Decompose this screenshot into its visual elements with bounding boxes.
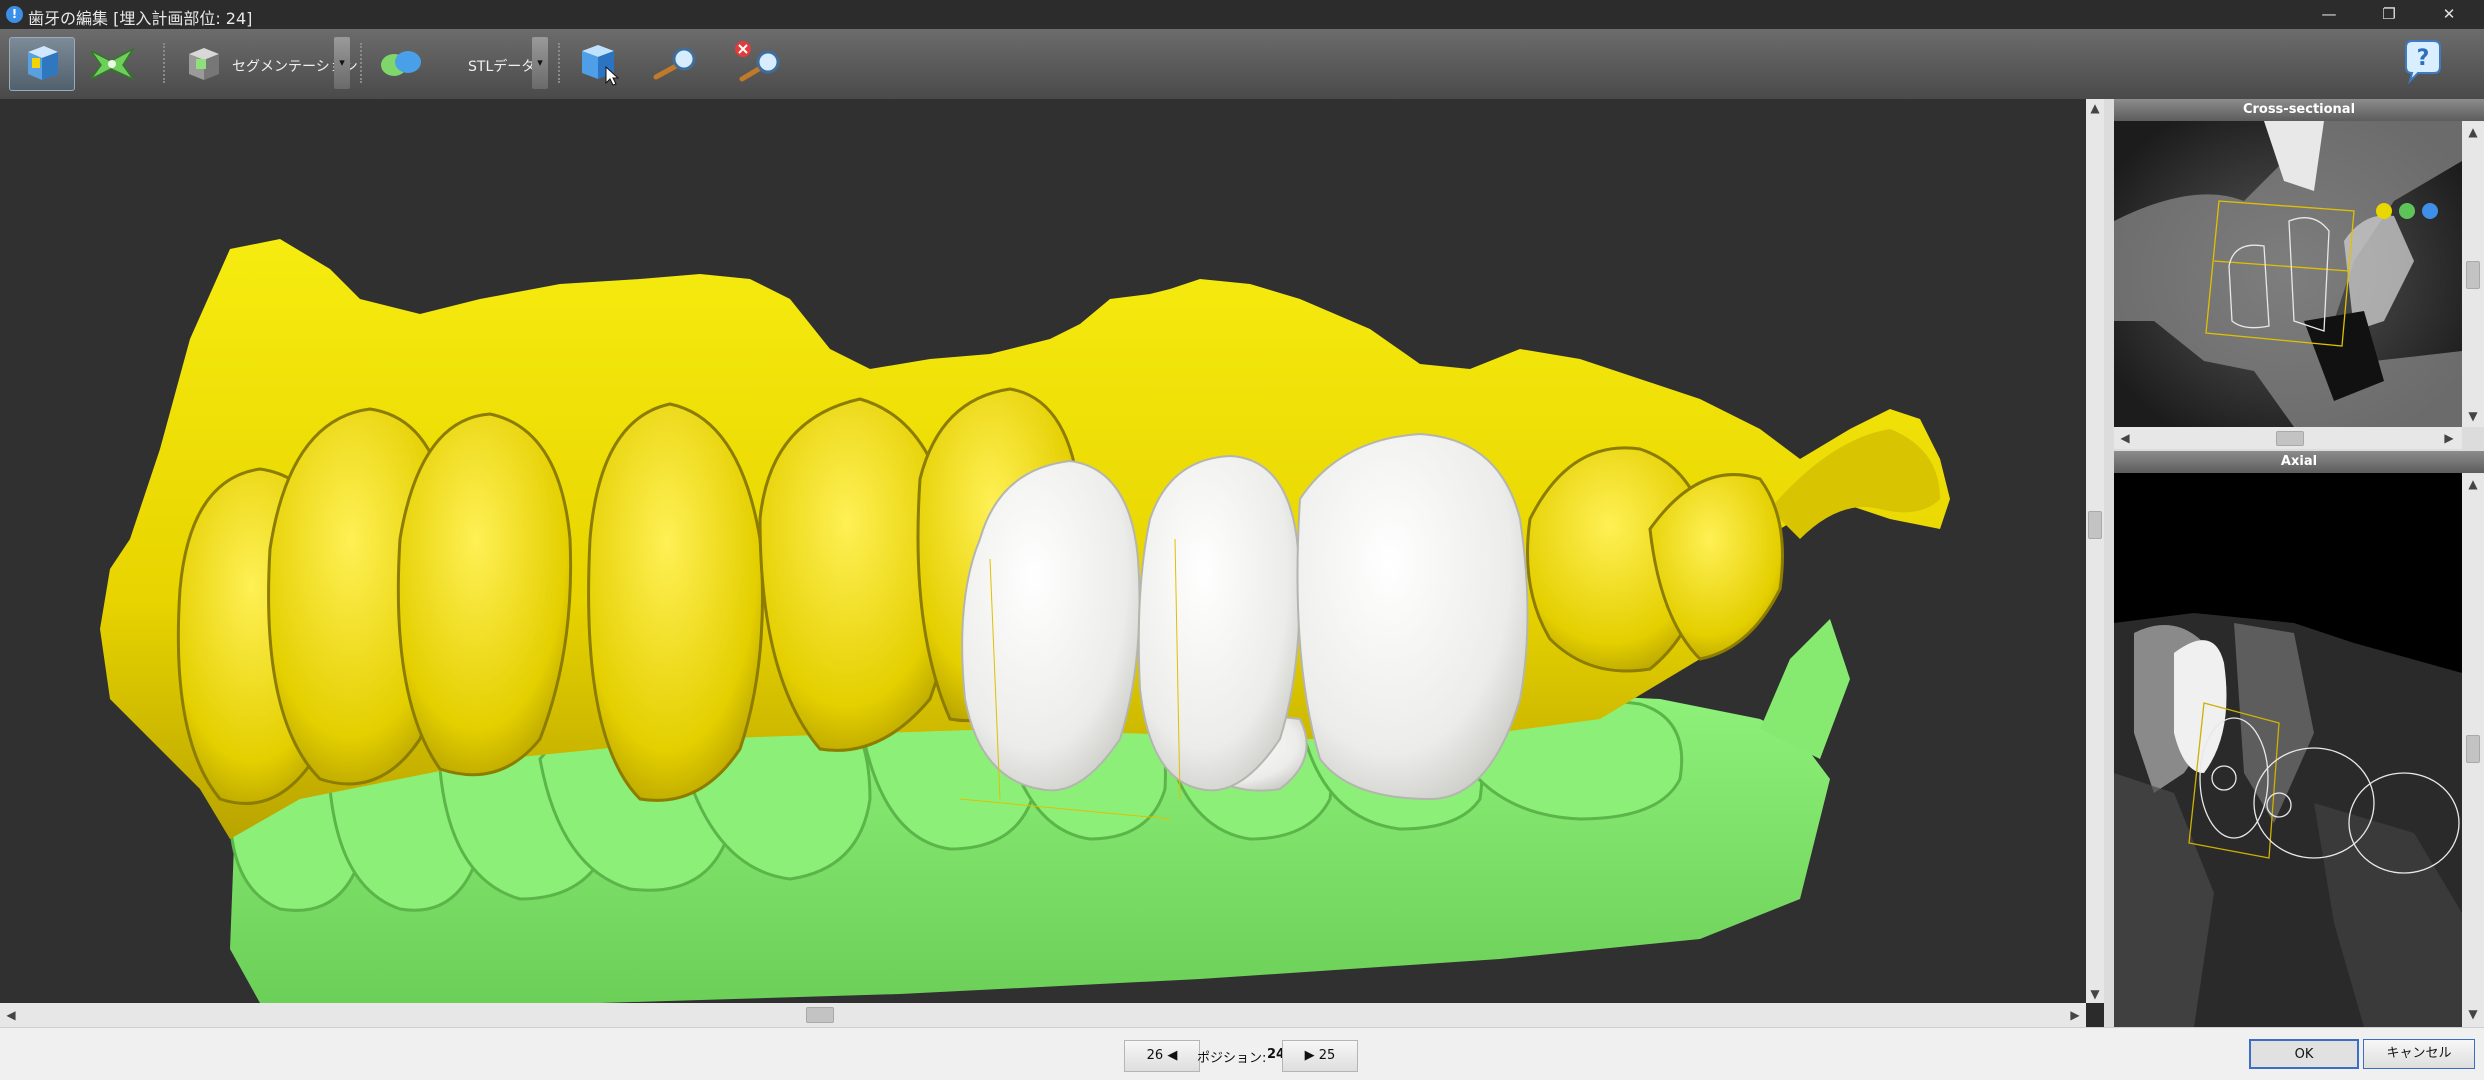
measure-tool-button[interactable] (648, 37, 702, 89)
cross-sectional-vertical-scrollbar[interactable]: ▲ ▼ (2462, 121, 2484, 427)
minimize-button[interactable]: — (2306, 0, 2352, 29)
crown-bridge-model (959, 432, 1529, 820)
panel-divider (2104, 99, 2114, 1027)
cube-select-icon (582, 45, 620, 86)
axial-image[interactable] (2114, 473, 2462, 1027)
segmentation-button[interactable] (183, 37, 225, 89)
remove-magnifier-icon (735, 41, 780, 82)
cross-sectional-panel: Cross-sectional ▲ ▼ ◀ ▶ (2114, 99, 2484, 451)
cube-view-icon (28, 46, 58, 80)
scroll-thumb[interactable] (2466, 735, 2480, 763)
cross-sectional-title: Cross-sectional (2114, 99, 2484, 121)
axial-title: Axial (2114, 451, 2484, 473)
window-title: 歯牙の編集 [埋入計画部位: 24] (28, 9, 253, 28)
toolbar: セグメンテーション ▾ STLデータ ▾ ? (0, 29, 2484, 100)
previous-position-button[interactable]: 26 ◀ (1124, 1040, 1200, 1072)
view-3d-button[interactable] (9, 37, 75, 91)
toolbar-separator (360, 43, 364, 83)
scroll-left-arrow[interactable]: ◀ (2116, 429, 2134, 447)
axial-vertical-scrollbar[interactable]: ▲ ▼ (2462, 473, 2484, 1027)
restore-button[interactable]: ❐ (2366, 0, 2412, 29)
scroll-down-arrow[interactable]: ▼ (2464, 407, 2482, 425)
scroll-down-arrow[interactable]: ▼ (2464, 1005, 2482, 1023)
remove-tool-button[interactable] (728, 37, 786, 89)
viewport-horizontal-scrollbar[interactable]: ◀ ▶ (0, 1003, 2086, 1027)
segmentation-dropdown[interactable]: ▾ (334, 37, 350, 89)
stl-dropdown[interactable]: ▾ (532, 37, 548, 89)
svg-text:?: ? (2417, 46, 2430, 71)
scroll-thumb[interactable] (2466, 261, 2480, 289)
segment-tool-button[interactable] (83, 37, 141, 89)
scroll-right-arrow[interactable]: ▶ (2440, 429, 2458, 447)
app-icon: ! (6, 6, 23, 23)
ct-zoom-icon[interactable] (2376, 203, 2392, 219)
cross-sectional-image[interactable] (2114, 121, 2462, 427)
ct-axial-render (2114, 473, 2462, 1027)
scroll-thumb[interactable] (806, 1007, 834, 1023)
scroll-thumb[interactable] (2088, 511, 2102, 539)
magnifier-icon (653, 47, 696, 80)
help-icon: ? (2405, 40, 2441, 85)
ct-rotate-icon[interactable] (2422, 203, 2438, 219)
dental-model-render (100, 239, 1950, 1003)
cross-sectional-horizontal-scrollbar[interactable]: ◀ ▶ (2114, 427, 2462, 449)
next-position-button[interactable]: ▶ 25 (1282, 1040, 1358, 1072)
stl-button[interactable] (376, 37, 426, 89)
viewport-vertical-scrollbar[interactable]: ▲ ▼ (2086, 99, 2104, 1003)
ct-move-icon[interactable] (2399, 203, 2415, 219)
ct-cross-section-render (2114, 121, 2462, 427)
help-button[interactable]: ? (2400, 37, 2444, 89)
stl-label[interactable]: STLデータ (468, 56, 535, 76)
3d-viewport[interactable] (0, 99, 2086, 1003)
bottom-bar: 26 ◀ ポジション: 24 ▶ 25 OK キャンセル (0, 1027, 2484, 1080)
scroll-up-arrow[interactable]: ▲ (2464, 475, 2482, 493)
scroll-thumb[interactable] (2276, 431, 2304, 446)
select-object-button[interactable] (574, 37, 624, 89)
axial-panel: Axial ▲ ▼ (2114, 451, 2484, 1027)
position-label: ポジション: (1197, 1051, 1267, 1066)
scroll-left-arrow[interactable]: ◀ (2, 1006, 20, 1024)
scroll-down-arrow[interactable]: ▼ (2086, 985, 2104, 1003)
ok-button[interactable]: OK (2249, 1039, 2359, 1069)
toolbar-separator (558, 43, 562, 83)
stl-spheres-icon (381, 51, 421, 76)
scroll-up-arrow[interactable]: ▲ (2086, 99, 2104, 117)
title-bar: ! 歯牙の編集 [埋入計画部位: 24] — ❐ ✕ (0, 0, 2484, 29)
cancel-button[interactable]: キャンセル (2363, 1039, 2475, 1069)
close-button[interactable]: ✕ (2426, 0, 2472, 29)
scroll-right-arrow[interactable]: ▶ (2066, 1006, 2084, 1024)
segmentation-cube-icon (189, 48, 219, 80)
toolbar-separator (163, 43, 167, 83)
scroll-up-arrow[interactable]: ▲ (2464, 123, 2482, 141)
tooth-segment-icon (90, 46, 136, 81)
